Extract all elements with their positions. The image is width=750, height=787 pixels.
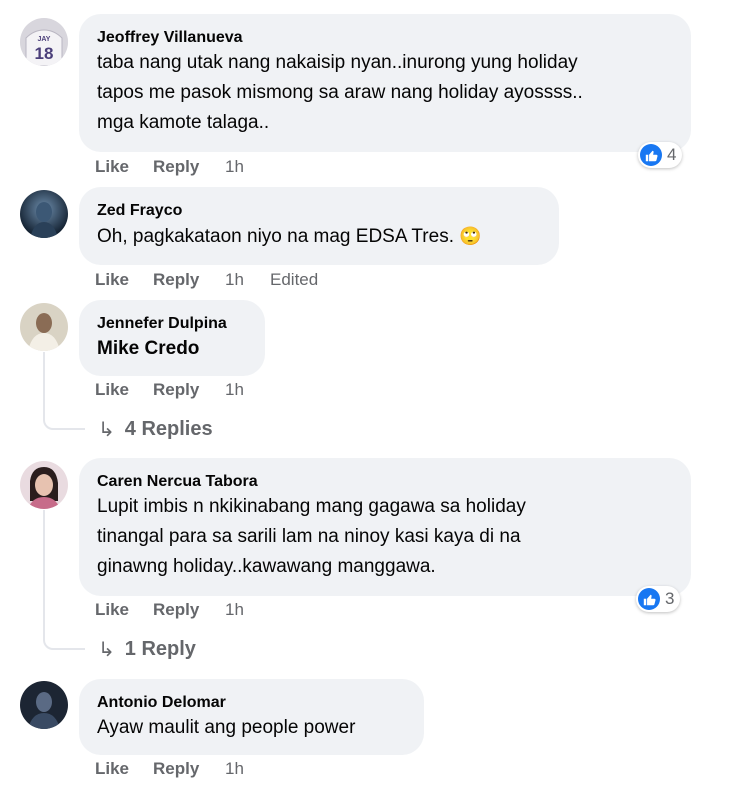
thread-connector <box>43 630 85 650</box>
dark-portrait-avatar-icon <box>20 681 68 729</box>
reaction-badge[interactable]: 4 <box>638 142 683 168</box>
like-button[interactable]: Like <box>95 759 153 779</box>
tagged-name-link[interactable]: Mike Credo <box>97 334 247 364</box>
comment-timestamp[interactable]: 1h <box>225 600 270 620</box>
comment-text-line: taba nang utak nang nakaisip nyan..inuro… <box>97 52 578 73</box>
like-button[interactable]: Like <box>95 380 153 400</box>
reply-arrow-icon: ↳ <box>98 639 115 661</box>
comment-actions: Like Reply 1h <box>95 380 270 400</box>
comment-actions: Like Reply 1h Edited <box>95 270 318 290</box>
like-button[interactable]: Like <box>95 600 153 620</box>
comment-bubble: Zed Frayco Oh, pagkakataon niyo na mag E… <box>79 187 559 265</box>
comment-bubble: Jeoffrey Villanueva taba nang utak nang … <box>79 14 691 152</box>
comment-timestamp[interactable]: 1h <box>225 270 270 290</box>
portrait-avatar-icon <box>20 303 68 351</box>
comment-text: Oh, pagkakataon niyo na mag EDSA Tres. 🙄 <box>97 221 541 252</box>
reply-button[interactable]: Reply <box>153 759 225 779</box>
avatar[interactable] <box>20 461 68 509</box>
comment-text-line: tapos me pasok mismong sa araw nang holi… <box>97 82 583 103</box>
portrait-avatar-icon <box>20 461 68 509</box>
comment-text-line: Lupit imbis n nkikinabang mang gagawa sa… <box>97 496 526 517</box>
replies-count: 4 Replies <box>124 418 213 440</box>
comment-bubble: Antonio Delomar Ayaw maulit ang people p… <box>79 679 424 755</box>
comment-bubble: Caren Nercua Tabora Lupit imbis n nkikin… <box>79 458 691 596</box>
replies-count: 1 Reply <box>124 638 196 660</box>
thread-line <box>43 510 45 638</box>
comment-text-line: ginawng holiday..kawawang manggawa. <box>97 556 436 577</box>
avatar[interactable]: JAY 18 <box>20 18 68 66</box>
comment-author[interactable]: Jennefer Dulpina <box>97 314 247 334</box>
reaction-count: 3 <box>665 589 675 608</box>
avatar-jersey-number: 18 <box>35 44 54 63</box>
like-button[interactable]: Like <box>95 270 153 290</box>
comment-text-body: Oh, pagkakataon niyo na mag EDSA Tres. <box>97 226 454 247</box>
comment-actions: Like Reply 1h <box>95 157 270 177</box>
avatar-jersey-name: JAY <box>38 36 51 43</box>
comment-actions: Like Reply 1h <box>95 759 270 779</box>
comment-author[interactable]: Antonio Delomar <box>97 693 406 713</box>
comment-text-line: mga kamote talaga.. <box>97 112 270 133</box>
comment-actions: Like Reply 1h <box>95 600 270 620</box>
view-replies-link[interactable]: ↳ 4 Replies <box>98 417 213 442</box>
thread-line <box>43 352 45 418</box>
reply-arrow-icon: ↳ <box>98 419 115 441</box>
comment-timestamp[interactable]: 1h <box>225 759 270 779</box>
reply-button[interactable]: Reply <box>153 380 225 400</box>
comment-text-line: tinangal para sa sarili lam na ninoy kas… <box>97 526 521 547</box>
dark-portrait-avatar-icon <box>20 190 68 238</box>
edited-label[interactable]: Edited <box>270 270 318 290</box>
comment-author[interactable]: Caren Nercua Tabora <box>97 472 673 492</box>
reaction-count: 4 <box>667 145 677 164</box>
like-button[interactable]: Like <box>95 157 153 177</box>
comment-timestamp[interactable]: 1h <box>225 157 270 177</box>
thread-connector <box>43 410 85 430</box>
comment-author[interactable]: Jeoffrey Villanueva <box>97 28 673 48</box>
reply-button[interactable]: Reply <box>153 157 225 177</box>
eye-roll-emoji-icon: 🙄 <box>459 226 482 246</box>
comment-timestamp[interactable]: 1h <box>225 380 270 400</box>
thumbs-up-icon <box>640 144 662 166</box>
comment-text: Ayaw maulit ang people power <box>97 717 356 738</box>
reaction-badge[interactable]: 3 <box>636 586 681 612</box>
reply-button[interactable]: Reply <box>153 600 225 620</box>
reply-button[interactable]: Reply <box>153 270 225 290</box>
avatar[interactable] <box>20 303 68 351</box>
comment-author[interactable]: Zed Frayco <box>97 201 541 221</box>
avatar[interactable] <box>20 190 68 238</box>
jersey-avatar-icon: JAY 18 <box>20 18 68 66</box>
avatar[interactable] <box>20 681 68 729</box>
comment-bubble: Jennefer Dulpina Mike Credo <box>79 300 265 376</box>
view-replies-link[interactable]: ↳ 1 Reply <box>98 637 196 662</box>
thumbs-up-icon <box>638 588 660 610</box>
